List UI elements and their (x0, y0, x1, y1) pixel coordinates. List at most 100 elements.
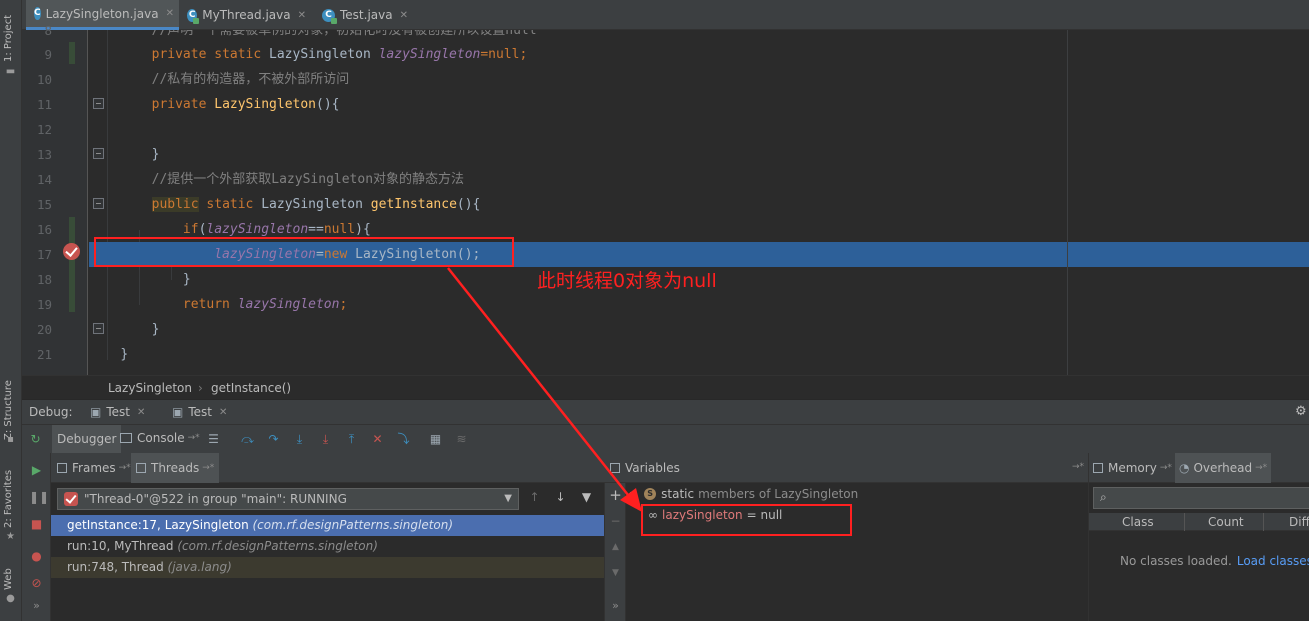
more-icon[interactable]: » (29, 598, 44, 613)
breadcrumb-class[interactable]: LazySingleton (108, 381, 192, 395)
tab-label: LazySingleton.java (45, 6, 159, 21)
frame-method: run:10, MyThread (67, 539, 174, 553)
frame-package: (com.rf.designPatterns.singleton) (177, 539, 378, 553)
comment: //提供一个外部获取LazySingleton对象的静态方法 (151, 172, 465, 187)
show-execution-point-icon[interactable]: ⤼ (240, 432, 255, 447)
close-icon[interactable]: ✕ (298, 10, 306, 21)
tab-label: Overhead (1193, 461, 1253, 475)
static-members-node[interactable]: ▶ S static members of LazySingleton (630, 487, 858, 501)
code-line: private static LazySingleton lazySinglet… (89, 42, 1309, 67)
expand-arrow-icon[interactable]: ▶ (630, 490, 636, 499)
remove-watch-icon[interactable]: − (608, 514, 623, 529)
code-line: } (89, 142, 1309, 167)
code-editor[interactable]: //声明一个需要被单例的对象，初始化时没有被创建所以设置null private… (89, 30, 1309, 375)
vcs-change-marker[interactable] (69, 42, 75, 64)
frame-row[interactable]: getInstance:17, LazySingleton (com.rf.de… (51, 515, 604, 536)
resume-icon[interactable]: ▶ (29, 463, 44, 478)
view-breakpoints-icon[interactable]: ● (29, 549, 44, 564)
thread-select-value: "Thread-0"@522 in group "main": RUNNING (84, 492, 347, 506)
frame-row[interactable]: run:748, Thread (java.lang) (51, 557, 604, 578)
gauge-icon: ◔ (1179, 461, 1190, 475)
session-tab-label: Test (106, 405, 130, 419)
tab-console[interactable]: Console →* (120, 431, 200, 445)
tab-threads[interactable]: Threads →* (131, 453, 220, 483)
static-icon: S (644, 488, 657, 500)
pin-icon[interactable]: →* (1072, 462, 1084, 472)
tab-variables[interactable]: Variables (610, 461, 680, 475)
debug-session-tab[interactable]: ▣ Test ✕ (90, 405, 145, 419)
chevron-down-icon[interactable]: ▼ (504, 489, 512, 509)
project-tool-tab[interactable]: 1: Project (3, 15, 14, 62)
console-icon (120, 433, 132, 443)
memory-search-input[interactable]: ⌕ (1093, 487, 1309, 509)
frame-method: getInstance:17, LazySingleton (67, 518, 249, 532)
tab-debugger[interactable]: Debugger (52, 425, 122, 453)
tab-memory[interactable]: Memory →* (1093, 461, 1172, 475)
tab-label: MyThread.java (202, 8, 291, 22)
stop-icon[interactable]: ■ (29, 517, 44, 532)
thread-select[interactable]: "Thread-0"@522 in group "main": RUNNING … (57, 488, 519, 510)
tab-frames[interactable]: Frames →* (57, 461, 131, 475)
move-up-icon[interactable]: ▲ (608, 540, 623, 555)
breakpoint-icon[interactable] (63, 243, 80, 260)
column-count[interactable]: Count (1208, 515, 1244, 529)
tab-test[interactable]: C Test.java ✕ (314, 0, 434, 30)
rerun-icon[interactable]: ↻ (28, 432, 43, 447)
column-diff[interactable]: Diff (1289, 515, 1309, 529)
breadcrumb-method[interactable]: getInstance() (211, 381, 291, 395)
operator: == (308, 222, 324, 237)
frames-pane: Frames →* Threads →* "Thread-0"@522 in g… (51, 453, 604, 621)
line-number: 14 (36, 172, 52, 187)
close-icon[interactable]: ✕ (219, 407, 227, 418)
load-classes-link[interactable]: Load classes (1237, 554, 1309, 568)
settings-gear-icon[interactable]: ⚙ (1295, 404, 1307, 419)
editor-gutter[interactable]: 8 9 10 11 12 13 14 15 16 17 18 19 20 21 (22, 23, 104, 375)
frame-package: (java.lang) (167, 560, 232, 574)
structure-tool-tab[interactable]: Z: Structure (3, 380, 14, 440)
more-icon[interactable]: » (608, 598, 623, 613)
add-watch-icon[interactable]: + (608, 488, 623, 503)
vcs-change-marker[interactable] (69, 217, 75, 312)
menu-icon[interactable]: ☰ (206, 432, 221, 447)
favorites-tool-tab[interactable]: 2: Favorites (3, 470, 14, 528)
close-icon[interactable]: ✕ (166, 8, 174, 19)
class-icon: C (322, 8, 337, 24)
method-name: getInstance (370, 197, 457, 212)
annotation-text: 此时线程0对象为null (537, 270, 717, 292)
evaluate-expression-icon[interactable]: ▦ (428, 432, 443, 447)
field-name: lazySingleton (206, 222, 309, 237)
line-number: 13 (36, 147, 52, 162)
keyword: if (182, 222, 199, 237)
debug-session-tab[interactable]: ▣ Test ✕ (172, 405, 227, 419)
pause-icon[interactable]: ❚❚ (29, 490, 49, 505)
line-number: 10 (36, 72, 52, 87)
step-into-icon[interactable]: ⤓ (292, 432, 307, 447)
run-to-cursor-icon[interactable]: ⤵ (396, 432, 411, 447)
frame-row[interactable]: run:10, MyThread (com.rf.designPatterns.… (51, 536, 604, 557)
line-number: 17 (36, 247, 52, 262)
tab-mythread[interactable]: C MyThread.java ✕ (179, 0, 314, 30)
tab-overhead[interactable]: ◔ Overhead →* (1175, 453, 1272, 483)
step-over-icon[interactable]: ↷ (266, 432, 281, 447)
filter-icon[interactable]: ▼ (579, 490, 594, 505)
arrow-down-icon[interactable]: ↓ (553, 490, 568, 505)
highlight-box-variable (641, 504, 852, 536)
move-down-icon[interactable]: ▼ (608, 566, 623, 581)
column-class[interactable]: Class (1122, 515, 1154, 529)
close-icon[interactable]: ✕ (137, 407, 145, 418)
frames-header: Frames →* Threads →* (51, 453, 604, 483)
trace-icon[interactable]: ≋ (454, 432, 469, 447)
step-out-icon[interactable]: ⤒ (344, 432, 359, 447)
code-line: //私有的构造器，不被外部所访问 (89, 67, 1309, 92)
arrow-up-icon[interactable]: ↑ (527, 490, 542, 505)
punctuation: } (151, 147, 160, 162)
breadcrumb-separator: › (198, 381, 203, 395)
close-icon[interactable]: ✕ (400, 10, 408, 21)
pin-icon: →* (1072, 462, 1085, 472)
punctuation: ; (339, 297, 348, 312)
web-tool-tab[interactable]: Web (3, 568, 14, 590)
force-step-into-icon[interactable]: ⤓ (318, 432, 333, 447)
drop-frame-icon[interactable]: ✕ (370, 432, 385, 447)
empty-text: No classes loaded. (1120, 554, 1232, 568)
mute-breakpoints-icon[interactable]: ⊘ (29, 576, 44, 591)
